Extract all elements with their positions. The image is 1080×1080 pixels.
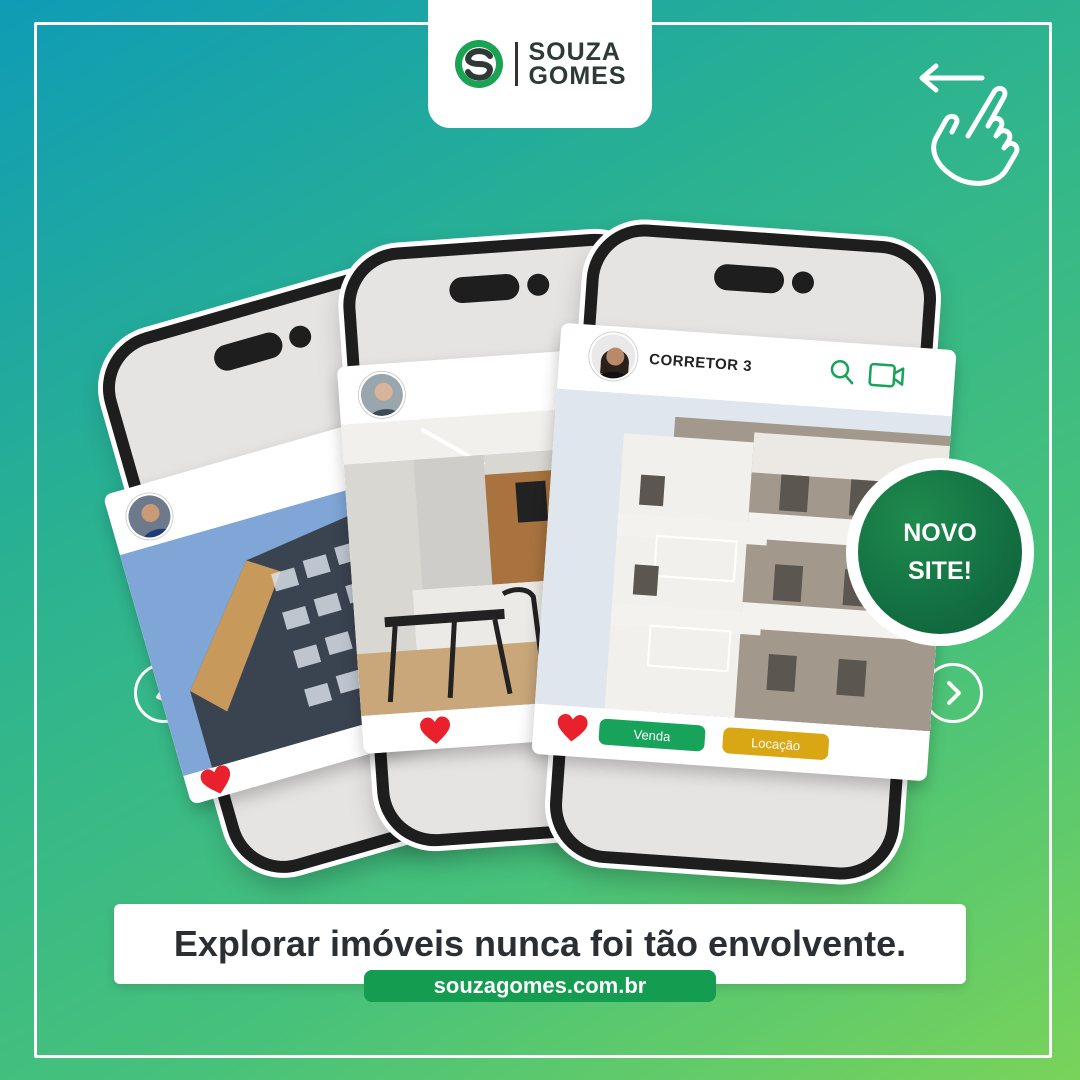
badge-line-2: SITE!	[908, 557, 972, 585]
search-icon[interactable]	[828, 358, 856, 386]
agent-avatar-1[interactable]	[120, 487, 178, 545]
website-link[interactable]: souzagomes.com.br	[364, 970, 716, 1002]
heart-icon[interactable]	[556, 713, 588, 743]
new-site-badge: NOVO SITE!	[846, 458, 1034, 646]
heart-icon[interactable]	[420, 716, 452, 746]
tag-rent-button[interactable]: Locação	[721, 727, 830, 761]
brand-line-1: SOUZA	[528, 38, 621, 66]
brand-logo[interactable]: SOUZA GOMES	[428, 0, 652, 128]
chevron-right-icon	[947, 681, 961, 705]
video-camera-icon[interactable]	[868, 362, 906, 388]
brand-line-2: GOMES	[528, 62, 627, 90]
phone-dynamic-island	[448, 273, 521, 304]
swipe-hand-icon	[919, 63, 1020, 186]
brand-name: SOUZA GOMES	[528, 38, 627, 90]
tag-sale-button[interactable]: Venda	[598, 718, 706, 752]
arrow-left-icon	[919, 63, 985, 93]
agent-avatar-3[interactable]	[587, 330, 639, 383]
badge-inner: NOVO SITE!	[858, 470, 1022, 634]
agent-avatar-2[interactable]	[357, 370, 407, 420]
phone-dynamic-island	[713, 263, 785, 295]
agent-name: CORRETOR 3	[648, 350, 753, 376]
badge-line-1: NOVO	[903, 519, 977, 547]
sg-logo-icon	[455, 40, 504, 88]
logo-separator	[515, 42, 519, 86]
tagline-text: Explorar imóveis nunca foi tão envolvent…	[173, 923, 907, 964]
